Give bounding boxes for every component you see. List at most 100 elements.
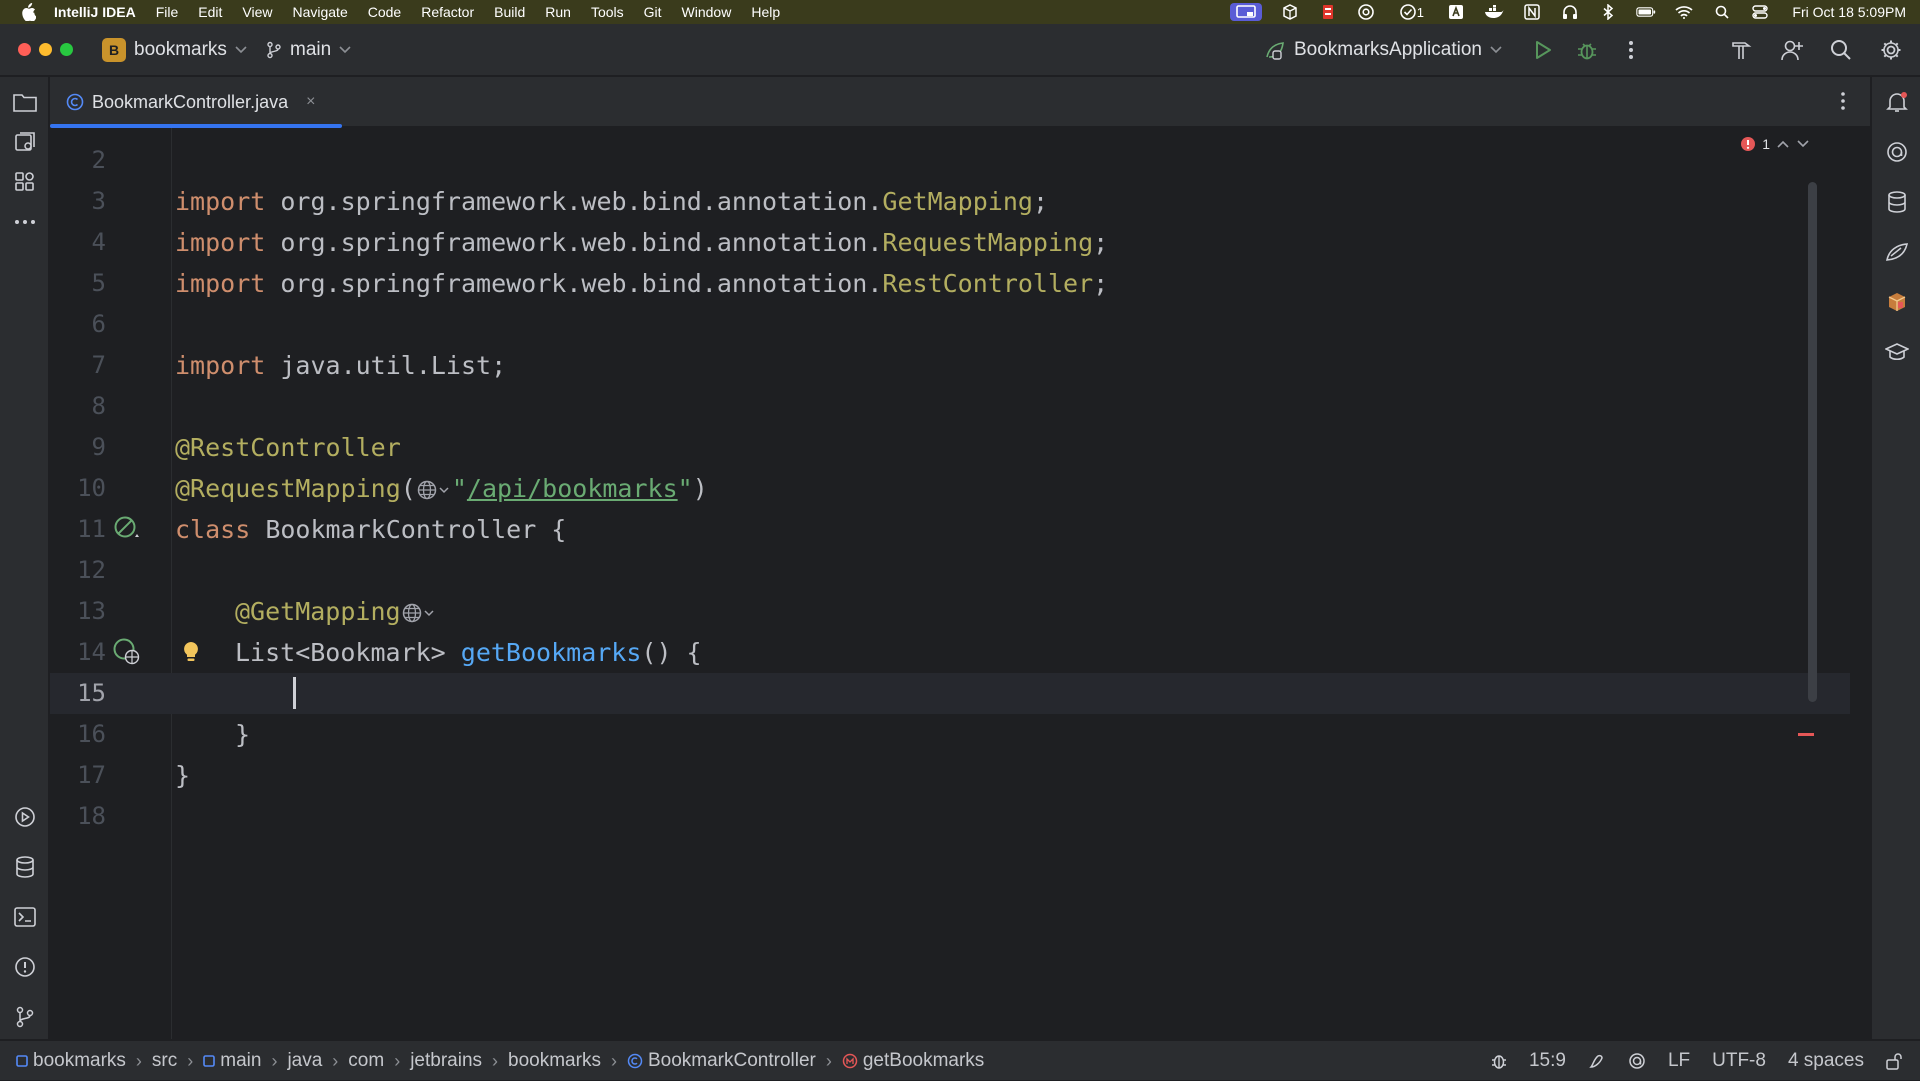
- run-play-icon[interactable]: [1530, 37, 1556, 63]
- settings-gear-icon[interactable]: [1878, 37, 1904, 63]
- breadcrumb-item-class[interactable]: BookmarkController: [627, 1050, 816, 1072]
- project-selector[interactable]: B bookmarks: [96, 35, 253, 65]
- breadcrumb-item-jetbrains[interactable]: jetbrains: [410, 1050, 482, 1072]
- database-icon[interactable]: [1884, 189, 1910, 215]
- run-configuration-selector[interactable]: BookmarksApplication: [1264, 35, 1502, 65]
- menu-bar-clock[interactable]: Fri Oct 18 5:09PM: [1792, 4, 1906, 20]
- breadcrumb-item-main[interactable]: main: [203, 1050, 261, 1072]
- learn-icon[interactable]: [1884, 339, 1910, 365]
- battery-icon[interactable]: [1636, 3, 1656, 21]
- font-a-icon[interactable]: [1446, 3, 1466, 21]
- commit-icon[interactable]: [12, 129, 38, 155]
- control-center-icon[interactable]: [1750, 3, 1770, 21]
- git-icon[interactable]: [12, 1004, 38, 1030]
- apple-icon[interactable]: [16, 3, 40, 21]
- at-sign-icon[interactable]: [1356, 3, 1376, 21]
- unlock-icon[interactable]: [1886, 1052, 1902, 1070]
- code-line[interactable]: 3 import org.springframework.web.bind.an…: [50, 181, 1850, 222]
- bean-no-inject-icon[interactable]: [112, 514, 142, 544]
- code-line[interactable]: 16 }: [50, 714, 1850, 755]
- code-line[interactable]: 14 List<Bookmark> getBookmarks() {: [50, 632, 1850, 673]
- more-actions-icon[interactable]: [1618, 37, 1644, 63]
- code-line[interactable]: 2: [50, 140, 1850, 181]
- error-stripe-marker[interactable]: [1798, 733, 1814, 736]
- line-ending[interactable]: LF: [1668, 1050, 1690, 1072]
- menu-git[interactable]: Git: [644, 4, 662, 20]
- project-folder-icon[interactable]: [12, 89, 38, 115]
- terminal-icon[interactable]: [12, 904, 38, 930]
- indent-setting[interactable]: 4 spaces: [1788, 1050, 1864, 1072]
- menu-help[interactable]: Help: [751, 4, 780, 20]
- code-line[interactable]: 11 class BookmarkController {: [50, 509, 1850, 550]
- ai-assistant-icon[interactable]: [1884, 139, 1910, 165]
- breadcrumb-item-src[interactable]: src: [152, 1050, 177, 1072]
- wifi-icon[interactable]: [1674, 3, 1694, 21]
- endpoint-web-icon[interactable]: [112, 637, 142, 667]
- code-line[interactable]: 5 import org.springframework.web.bind.an…: [50, 263, 1850, 304]
- globe-icon[interactable]: [401, 602, 437, 624]
- menu-window[interactable]: Window: [682, 4, 732, 20]
- code-line[interactable]: 7 import java.util.List;: [50, 345, 1850, 386]
- file-encoding[interactable]: UTF-8: [1712, 1050, 1766, 1072]
- endpoints-icon[interactable]: [1884, 239, 1910, 265]
- structure-icon[interactable]: [12, 169, 38, 195]
- next-highlight-icon[interactable]: [1796, 139, 1810, 149]
- menu-app-name[interactable]: IntelliJ IDEA: [54, 4, 136, 20]
- menu-code[interactable]: Code: [368, 4, 401, 20]
- debug-bug-icon[interactable]: [1574, 37, 1600, 63]
- menu-tools[interactable]: Tools: [591, 4, 624, 20]
- inspection-widget[interactable]: 1: [1740, 136, 1810, 152]
- read-only-toggle-icon[interactable]: [1588, 1052, 1606, 1070]
- tab-options-icon[interactable]: [1840, 91, 1846, 111]
- code-line[interactable]: 17 }: [50, 755, 1850, 796]
- zoom-window-button[interactable]: [60, 43, 73, 56]
- menu-file[interactable]: File: [156, 4, 179, 20]
- services-run-icon[interactable]: [12, 804, 38, 830]
- lightbulb-icon[interactable]: [182, 640, 204, 666]
- ai-completion-icon[interactable]: [1628, 1052, 1646, 1070]
- bluetooth-icon[interactable]: [1598, 3, 1618, 21]
- menu-navigate[interactable]: Navigate: [292, 4, 347, 20]
- code-editor[interactable]: 2 3 import org.springframework.web.bind.…: [50, 128, 1870, 1039]
- docker-whale-icon[interactable]: [1484, 3, 1504, 21]
- branch-selector[interactable]: main: [266, 35, 351, 65]
- breadcrumb-item-com[interactable]: com: [348, 1050, 384, 1072]
- breadcrumb-item-java[interactable]: java: [287, 1050, 322, 1072]
- screen-share-icon[interactable]: [1230, 3, 1263, 21]
- code-line[interactable]: 8: [50, 386, 1850, 427]
- recording-icon[interactable]: [1318, 3, 1338, 21]
- menu-run[interactable]: Run: [545, 4, 571, 20]
- vertical-scrollbar[interactable]: [1808, 182, 1817, 702]
- build-hammer-icon[interactable]: [1728, 37, 1754, 63]
- code-with-me-icon[interactable]: [1779, 37, 1805, 63]
- close-tab-icon[interactable]: ×: [306, 93, 315, 111]
- problems-icon[interactable]: [12, 954, 38, 980]
- tab-bookmark-controller[interactable]: BookmarkController.java ×: [50, 77, 342, 128]
- minimize-window-button[interactable]: [39, 43, 52, 56]
- menu-build[interactable]: Build: [494, 4, 525, 20]
- breadcrumb-item-project[interactable]: bookmarks: [16, 1050, 126, 1072]
- previous-highlight-icon[interactable]: [1776, 139, 1790, 149]
- breadcrumb-item-bookmarks-package[interactable]: bookmarks: [508, 1050, 601, 1072]
- code-line[interactable]: 18: [50, 796, 1850, 837]
- url-link[interactable]: /api/bookmarks: [467, 474, 678, 503]
- caret-position[interactable]: 15:9: [1529, 1050, 1566, 1072]
- breadcrumb-item-method[interactable]: getBookmarks: [842, 1050, 984, 1072]
- globe-icon[interactable]: [416, 479, 452, 501]
- close-window-button[interactable]: [18, 43, 31, 56]
- headphones-icon[interactable]: [1560, 3, 1580, 21]
- plugin-package-icon[interactable]: [1884, 289, 1910, 315]
- code-line[interactable]: 6: [50, 304, 1850, 345]
- current-code-line[interactable]: 15: [50, 673, 1850, 714]
- menu-edit[interactable]: Edit: [198, 4, 222, 20]
- code-line[interactable]: 12: [50, 550, 1850, 591]
- menu-refactor[interactable]: Refactor: [421, 4, 474, 20]
- code-line[interactable]: 13 @GetMapping: [50, 591, 1850, 632]
- notifications-bell-icon[interactable]: [1884, 89, 1910, 115]
- notion-icon[interactable]: [1522, 3, 1542, 21]
- menu-view[interactable]: View: [242, 4, 272, 20]
- task-check-icon[interactable]: 1: [1394, 3, 1428, 21]
- more-tool-windows-icon[interactable]: [12, 209, 38, 235]
- code-line[interactable]: 9 @RestController: [50, 427, 1850, 468]
- code-line[interactable]: 10 @RequestMapping("/api/bookmarks"): [50, 468, 1850, 509]
